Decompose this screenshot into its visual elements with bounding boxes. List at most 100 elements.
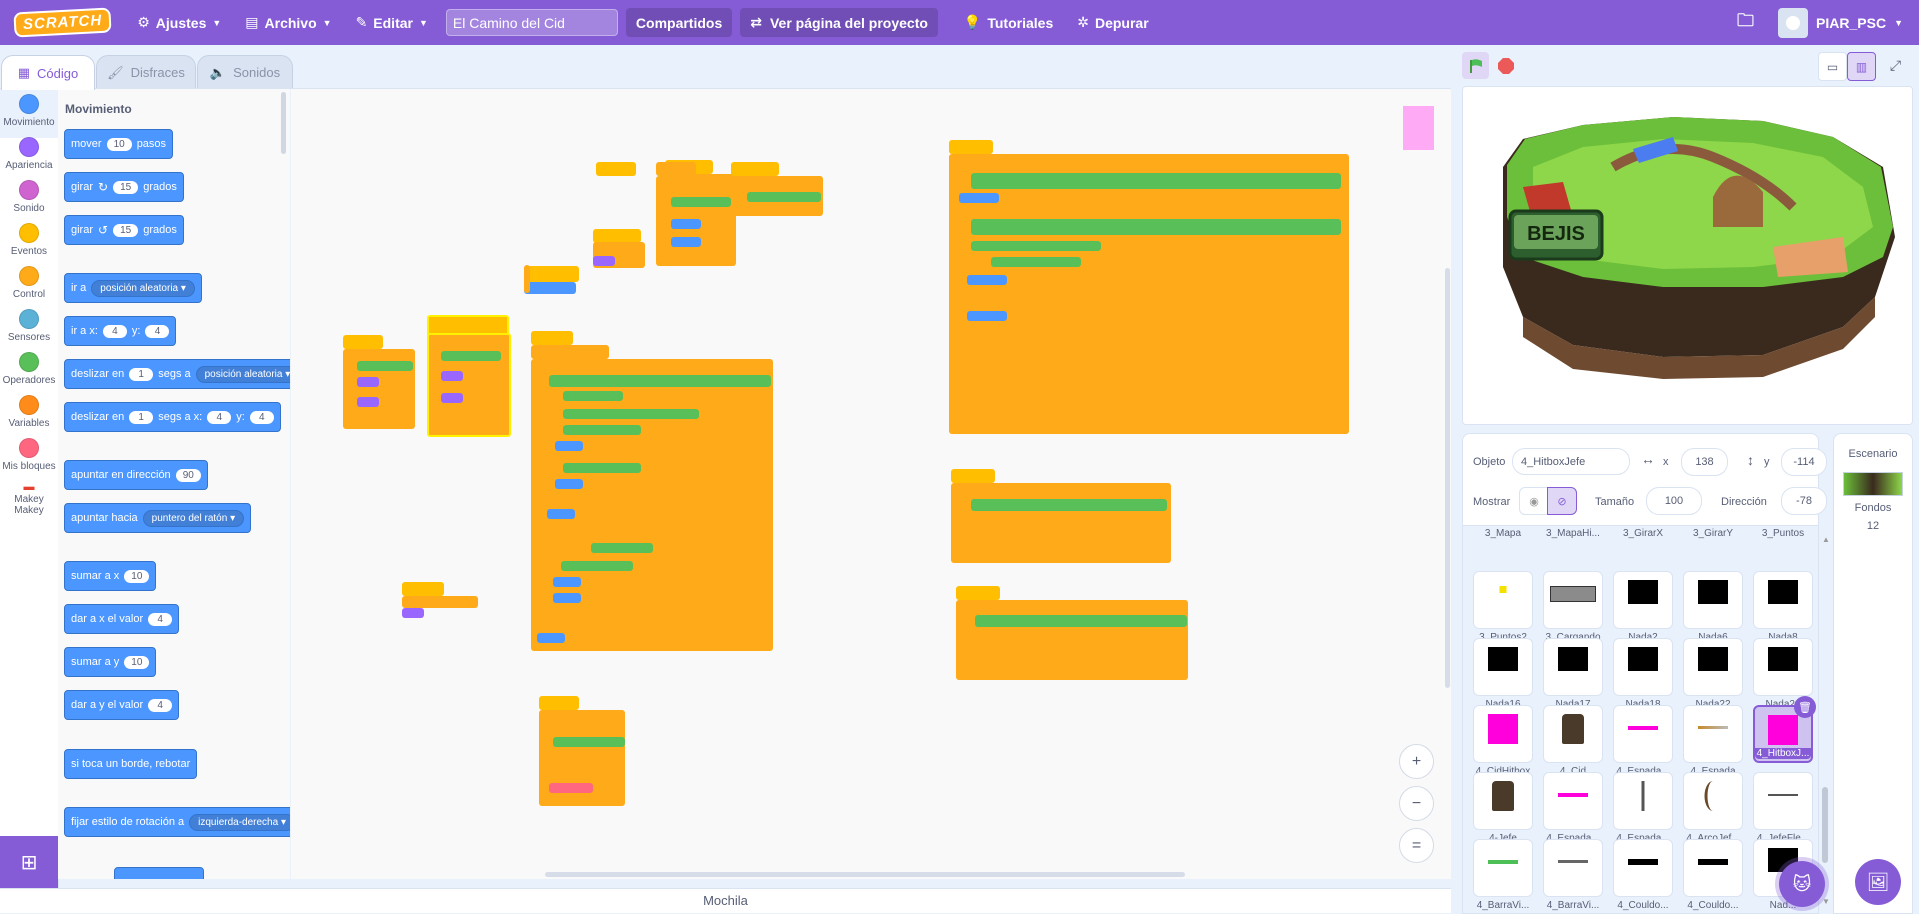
fullscreen-button[interactable]: ⤢ [1882, 52, 1909, 79]
sprite-tile[interactable]: 4_Cid [1543, 705, 1603, 777]
script-hat-block[interactable] [949, 140, 993, 154]
block-input[interactable]: 4 [148, 612, 173, 626]
green-flag-button[interactable] [1462, 52, 1489, 79]
script-block[interactable] [563, 425, 641, 435]
script-hat-block[interactable] [402, 582, 444, 596]
sprite-tile[interactable]: 4_Espada [1683, 705, 1743, 777]
block-partial[interactable] [114, 867, 204, 879]
view-project-button[interactable]: ⇄ Ver página del proyecto [740, 8, 938, 37]
block-input[interactable]: 15 [113, 180, 139, 194]
script-block[interactable] [555, 441, 583, 451]
project-title-input[interactable] [445, 9, 618, 36]
script-block[interactable] [591, 543, 653, 553]
normal-stage-button[interactable]: ▥ [1847, 52, 1876, 81]
scratch-logo[interactable]: SCRATCH [13, 7, 112, 38]
block-input[interactable]: 10 [124, 655, 150, 669]
sprite-tile[interactable]: Nada2 [1613, 571, 1673, 643]
category-control[interactable]: Control [0, 266, 58, 300]
script-hat-block[interactable] [531, 331, 573, 345]
script-block[interactable] [975, 615, 1187, 627]
script-block[interactable] [357, 397, 379, 407]
block-change-x[interactable]: sumar a x 10 [64, 561, 157, 591]
script-block[interactable] [671, 237, 701, 247]
sprite-tile[interactable]: 4_BarraVi... [1473, 839, 1533, 911]
palette-scrollbar[interactable] [281, 92, 286, 154]
debug-button[interactable]: ✲ Depurar [1065, 0, 1160, 45]
script-block[interactable] [671, 197, 731, 207]
script-hat-block[interactable] [951, 469, 995, 483]
block-input[interactable]: 10 [124, 569, 150, 583]
show-hidden-button[interactable]: ⊘ [1547, 487, 1577, 515]
category-motion[interactable]: Movimiento [0, 89, 58, 138]
category-my-blocks[interactable]: Mis bloques [0, 438, 58, 472]
show-visible-button[interactable]: ◉ [1519, 487, 1549, 515]
block-dropdown[interactable]: izquierda-derecha ▾ [189, 813, 290, 831]
category-sensing[interactable]: Sensores [0, 309, 58, 343]
size-input[interactable]: 100 [1646, 487, 1702, 515]
x-input[interactable]: 138 [1681, 448, 1728, 476]
script-block[interactable] [971, 173, 1341, 189]
block-goto[interactable]: ir a posición aleatoria ▾ [64, 273, 202, 303]
sprite-tile[interactable]: 3_Cargando [1543, 571, 1603, 643]
sprite-tile[interactable]: 4_Couldo... [1683, 839, 1743, 911]
script-block[interactable] [959, 193, 999, 203]
block-rotation-style[interactable]: fijar estilo de rotación a izquierda-der… [64, 807, 290, 837]
direction-input[interactable]: -78 [1781, 487, 1827, 515]
zoom-reset-button[interactable]: = [1399, 828, 1434, 863]
block-glide-to[interactable]: deslizar en 1 segs a posición aleatoria … [64, 359, 290, 389]
script-block[interactable] [441, 371, 463, 381]
script-block[interactable] [951, 483, 1171, 563]
stage[interactable]: BEJIS [1462, 86, 1913, 425]
script-block[interactable] [531, 359, 773, 651]
script-hat-block[interactable] [343, 335, 383, 349]
sprite-tile[interactable]: Nada16 [1473, 638, 1533, 710]
block-input[interactable]: 90 [175, 468, 201, 482]
small-stage-button[interactable]: ▭ [1818, 52, 1847, 81]
script-block[interactable] [971, 219, 1341, 235]
script-hat-block[interactable] [593, 229, 641, 243]
sprite-list-scrollbar[interactable]: ▲ ▼ [1822, 535, 1830, 906]
script-hat-block[interactable] [956, 586, 1000, 600]
workspace-vertical-scrollbar[interactable] [1445, 268, 1450, 688]
tutorials-button[interactable]: 💡 Tutoriales [952, 0, 1065, 45]
block-input[interactable]: 1 [129, 410, 154, 424]
edit-menu[interactable]: ✎ Editar ▼ [344, 0, 440, 45]
script-block[interactable] [967, 311, 1007, 321]
sprite-tile[interactable]: 4_ArcoJef... [1683, 772, 1743, 844]
sprite-tile[interactable]: Nada18 [1613, 638, 1673, 710]
script-hat-block[interactable] [524, 266, 579, 282]
sprite-tile[interactable]: 4-Jefe [1473, 772, 1533, 844]
sprite-tile[interactable]: Nada6 [1683, 571, 1743, 643]
script-block[interactable] [441, 393, 463, 403]
script-block[interactable] [967, 275, 1007, 285]
sprite-tile[interactable]: 3_Puntos2 [1473, 571, 1533, 643]
category-operators[interactable]: Operadores [0, 352, 58, 386]
script-hat-block[interactable] [731, 162, 779, 176]
tab-sounds[interactable]: 🔈 Sonidos [197, 55, 293, 89]
block-input[interactable]: 4 [102, 324, 127, 338]
script-workspace[interactable]: + − = [291, 88, 1451, 879]
backpack[interactable]: Mochila [0, 888, 1451, 913]
sprite-tile[interactable]: 4_Espada... [1613, 705, 1673, 777]
block-dropdown[interactable]: posición aleatoria ▾ [91, 279, 195, 297]
block-change-y[interactable]: sumar a y 10 [64, 647, 157, 677]
category-events[interactable]: Eventos [0, 223, 58, 257]
script-block[interactable] [555, 479, 583, 489]
add-backdrop-button[interactable]: 🖼 [1855, 859, 1901, 905]
block-point-towards[interactable]: apuntar hacia puntero del ratón ▾ [64, 503, 252, 533]
sprite-tile[interactable]: 4_Espada... [1543, 772, 1603, 844]
shared-button[interactable]: Compartidos [625, 8, 733, 37]
account-menu[interactable]: PIAR_PSC ▼ [1766, 0, 1919, 45]
block-input[interactable]: 4 [145, 324, 170, 338]
add-extension-button[interactable]: ⊞ [0, 836, 58, 888]
block-input[interactable]: 1 [129, 367, 154, 381]
script-block[interactable] [971, 241, 1101, 251]
sprite-tile[interactable]: 4_CidHitbox [1473, 705, 1533, 777]
script-block[interactable] [671, 219, 701, 229]
script-block[interactable] [427, 333, 511, 437]
script-block[interactable] [553, 737, 625, 747]
tab-code[interactable]: ▦ Código [1, 55, 95, 90]
add-sprite-button[interactable]: 🐱 [1779, 861, 1825, 907]
file-menu[interactable]: ▤ Archivo ▼ [233, 0, 343, 45]
block-set-x[interactable]: dar a x el valor 4 [64, 604, 180, 634]
